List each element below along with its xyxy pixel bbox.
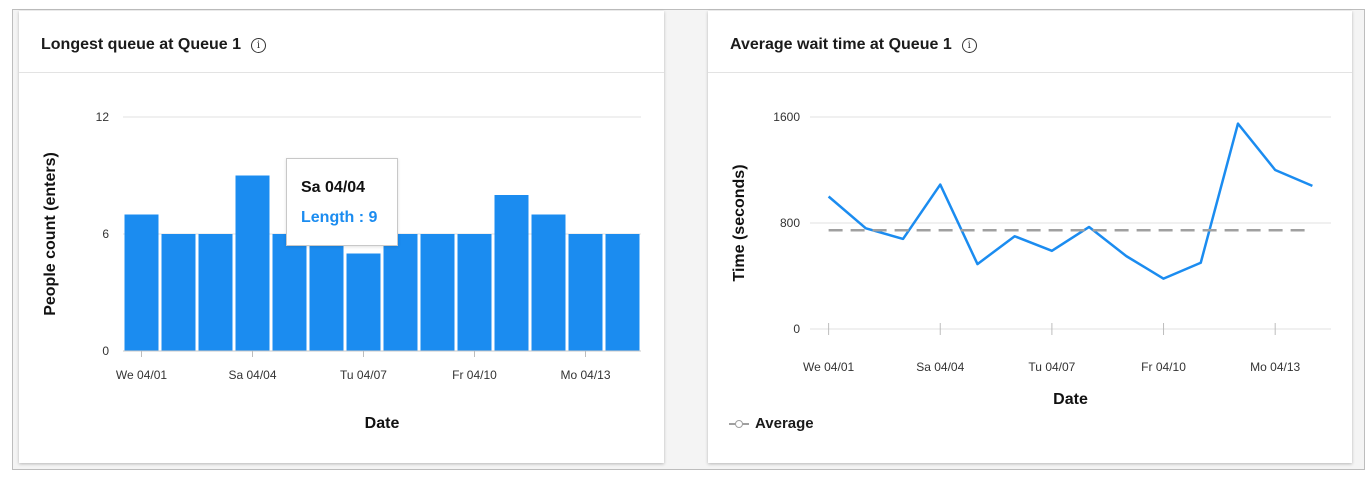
x-tick-label: Tu 04/07 [1028, 360, 1075, 374]
wait-time-line [827, 122, 1313, 280]
bar [124, 214, 159, 351]
x-tick-label: Mo 04/13 [1250, 360, 1300, 374]
bar [346, 253, 381, 351]
y-tick-label: 800 [780, 216, 800, 230]
x-tick-label: Fr 04/10 [1141, 360, 1186, 374]
y-tick-label: 1600 [773, 110, 800, 124]
bar [420, 234, 455, 351]
bar [198, 234, 233, 351]
bar [457, 234, 492, 351]
x-tick-label: We 04/01 [803, 360, 854, 374]
x-tick-label: Sa 04/04 [916, 360, 964, 374]
bar [272, 234, 307, 351]
chart-legend[interactable]: Average [729, 415, 814, 432]
chart-tooltip: Sa 04/04 Length : 9 [286, 158, 398, 246]
x-tick-label: Fr 04/10 [452, 368, 497, 382]
y-tick-label: 0 [102, 344, 109, 358]
bar [235, 175, 270, 351]
y-tick-label: 6 [102, 227, 109, 241]
y-tick-label: 0 [793, 322, 800, 336]
x-tick-label: Sa 04/04 [228, 368, 276, 382]
x-tick-label: Mo 04/13 [560, 368, 610, 382]
longest-queue-card: Longest queue at Queue 1 i 0 6 12 We 04/01 S… [19, 11, 664, 463]
x-axis-title: Date [1053, 391, 1088, 408]
y-tick-label: 12 [96, 110, 110, 124]
average-wait-line-chart: 0 800 1600 We 04/01 Sa 04/04 Tu 04/07 Fr 04/10… [731, 110, 1331, 408]
bar [309, 234, 344, 351]
legend-average-label: Average [755, 415, 814, 432]
average-wait-card: Average wait time at Queue 1 i 0 800 1600 W… [708, 11, 1352, 463]
bar [531, 214, 566, 351]
y-axis-title: People count (enters) [42, 152, 59, 316]
bar [605, 234, 640, 351]
average-legend-icon [729, 419, 749, 429]
tooltip-date: Sa 04/04 [301, 179, 366, 196]
y-axis-title: Time (seconds) [731, 164, 748, 281]
bar [383, 234, 418, 351]
bar [568, 234, 603, 351]
x-axis-title: Date [365, 415, 400, 432]
bar [161, 234, 196, 351]
x-tick-label: We 04/01 [116, 368, 167, 382]
tooltip-value: Length : 9 [301, 209, 378, 226]
bar [494, 195, 529, 351]
x-tick-label: Tu 04/07 [340, 368, 387, 382]
